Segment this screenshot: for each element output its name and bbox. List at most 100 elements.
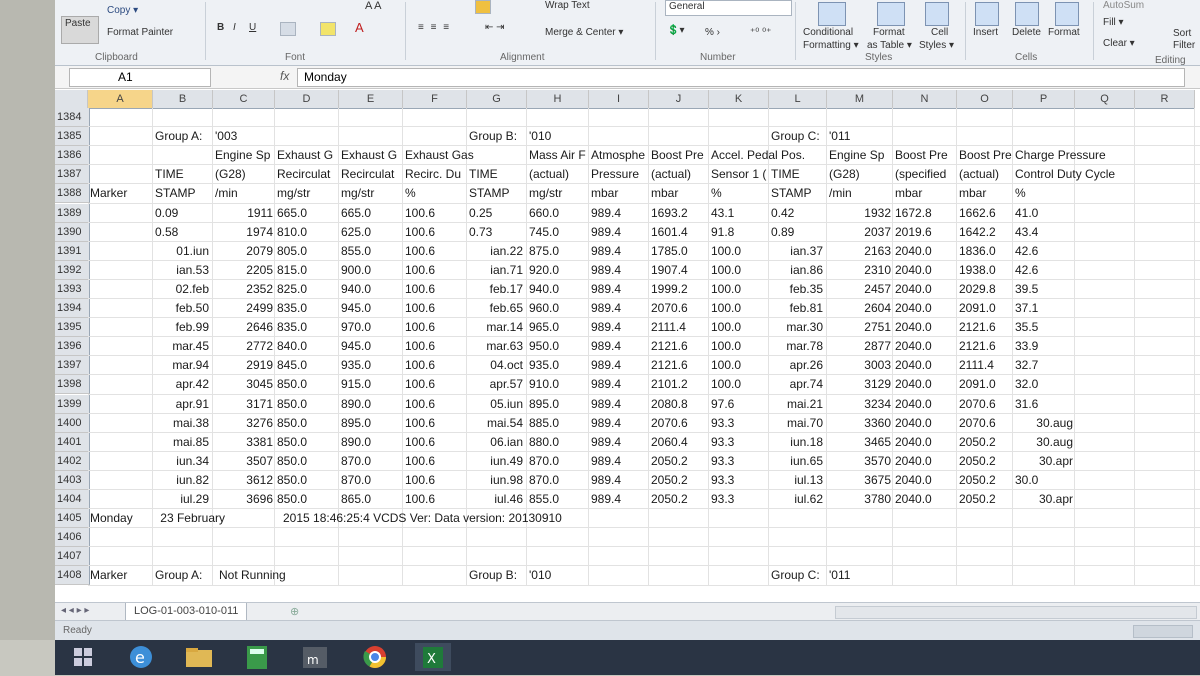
cell[interactable]: Sensor 1 ( xyxy=(711,165,766,184)
row-header[interactable]: 1395 xyxy=(55,318,90,338)
cell[interactable]: 965.0 xyxy=(529,318,559,337)
cell[interactable]: 989.4 xyxy=(591,471,621,490)
cell[interactable]: 989.4 xyxy=(591,261,621,280)
row-header[interactable]: 1385 xyxy=(55,127,90,147)
cell[interactable]: 100.0 xyxy=(711,318,741,337)
cell[interactable]: 989.4 xyxy=(591,452,621,471)
cell[interactable]: % xyxy=(405,184,416,203)
cell[interactable]: 940.0 xyxy=(529,280,559,299)
cell[interactable]: 100.0 xyxy=(711,280,741,299)
cell[interactable]: 2019.6 xyxy=(895,223,932,242)
cell[interactable]: mg/str xyxy=(529,184,562,203)
cell[interactable]: ian.53 xyxy=(149,261,209,280)
cell[interactable]: 100.6 xyxy=(405,471,435,490)
cell[interactable]: mg/str xyxy=(341,184,374,203)
cell[interactable]: Exhaust G xyxy=(341,146,397,165)
cell[interactable]: 30.apr xyxy=(1013,490,1073,509)
cell[interactable]: 665.0 xyxy=(277,204,307,223)
cell[interactable]: Charge Pressure xyxy=(1015,146,1106,165)
cell[interactable]: 855.0 xyxy=(341,242,371,261)
orientation-icon[interactable] xyxy=(475,0,491,14)
italic-button[interactable]: I xyxy=(233,22,236,33)
cell[interactable]: ian.22 xyxy=(463,242,523,261)
cell[interactable]: '003 xyxy=(215,127,237,146)
cell[interactable]: 850.0 xyxy=(277,395,307,414)
cell[interactable]: 945.0 xyxy=(341,337,371,356)
cell[interactable]: 100.6 xyxy=(405,337,435,356)
cell[interactable]: 30.apr xyxy=(1013,452,1073,471)
cell[interactable]: feb.81 xyxy=(763,299,823,318)
cell[interactable]: 989.4 xyxy=(591,395,621,414)
row-header[interactable]: 1386 xyxy=(55,146,90,166)
cell[interactable]: Marker xyxy=(90,566,127,585)
cell[interactable]: 100.6 xyxy=(405,261,435,280)
calculator-icon[interactable] xyxy=(239,643,275,671)
cell[interactable]: 02.feb xyxy=(149,280,209,299)
cell[interactable]: 850.0 xyxy=(277,471,307,490)
cell[interactable]: 1693.2 xyxy=(651,204,688,223)
format-cells-icon[interactable] xyxy=(1055,2,1079,26)
cell[interactable]: 100.0 xyxy=(711,375,741,394)
cell[interactable]: 2121.6 xyxy=(959,337,996,356)
view-buttons[interactable] xyxy=(1133,625,1193,638)
cell[interactable]: 3234 xyxy=(835,395,891,414)
cell[interactable]: 2111.4 xyxy=(651,318,686,337)
cell[interactable]: Control Duty Cycle xyxy=(1015,165,1115,184)
cell[interactable]: 660.0 xyxy=(529,204,559,223)
spreadsheet-grid[interactable]: A B C D E F G H I J K L M N O P Q R 1384 1385 1386 1387 1388 13… xyxy=(55,90,1200,602)
cell[interactable]: Recirc. Du xyxy=(405,165,461,184)
cell[interactable]: 835.0 xyxy=(277,318,307,337)
excel-taskbar-icon[interactable]: X xyxy=(415,643,451,671)
name-box[interactable]: A1 xyxy=(69,68,211,87)
cell[interactable]: feb.65 xyxy=(463,299,523,318)
cell[interactable]: apr.26 xyxy=(763,356,823,375)
cell[interactable]: 815.0 xyxy=(277,261,307,280)
formula-input[interactable]: Monday xyxy=(297,68,1185,87)
cell[interactable]: 850.0 xyxy=(277,433,307,452)
cell[interactable]: 989.4 xyxy=(591,433,621,452)
cell[interactable]: 2015 18:46:25:4 VCDS Ver: Data version: … xyxy=(283,509,562,528)
cell[interactable]: 875.0 xyxy=(529,242,559,261)
cell[interactable]: 2604 xyxy=(835,299,891,318)
cell[interactable]: 2050.2 xyxy=(651,471,688,490)
cell[interactable]: 2050.2 xyxy=(651,490,688,509)
cell[interactable]: apr.57 xyxy=(463,375,523,394)
column-header-h[interactable]: H xyxy=(527,90,589,109)
cell[interactable]: 37.1 xyxy=(1015,299,1038,318)
cell[interactable]: 1672.8 xyxy=(895,204,932,223)
cell[interactable]: 30.0 xyxy=(1015,471,1038,490)
row-header[interactable]: 1402 xyxy=(55,451,90,471)
font-size-icons[interactable]: A A xyxy=(365,0,382,12)
cell[interactable]: apr.42 xyxy=(149,375,209,394)
internet-explorer-icon[interactable]: e xyxy=(123,643,159,671)
cell[interactable]: 01.iun xyxy=(149,242,209,261)
cell[interactable]: 93.3 xyxy=(711,433,734,452)
cell[interactable]: 880.0 xyxy=(529,433,559,452)
cell[interactable]: (actual) xyxy=(959,165,999,184)
cell[interactable]: 93.3 xyxy=(711,490,734,509)
row-header[interactable]: 1384 xyxy=(55,108,90,128)
cell[interactable]: 2121.6 xyxy=(651,337,688,356)
cell[interactable]: 100.6 xyxy=(405,375,435,394)
cell[interactable]: 810.0 xyxy=(277,223,307,242)
column-header-d[interactable]: D xyxy=(275,90,339,109)
cell[interactable]: mbar xyxy=(895,184,922,203)
cell[interactable]: 665.0 xyxy=(341,204,371,223)
cell[interactable]: 30.aug xyxy=(1013,414,1073,433)
cell[interactable]: 3171 xyxy=(217,395,273,414)
cell[interactable]: 1836.0 xyxy=(959,242,996,261)
row-header[interactable]: 1391 xyxy=(55,241,90,261)
cell[interactable]: Marker xyxy=(90,184,127,203)
currency-icon[interactable]: 💲▾ xyxy=(667,25,684,36)
cell[interactable]: Group B: xyxy=(469,127,517,146)
cell[interactable]: 100.6 xyxy=(405,414,435,433)
cell[interactable]: 2040.0 xyxy=(895,318,932,337)
chrome-icon[interactable] xyxy=(357,643,393,671)
cell[interactable]: 2040.0 xyxy=(895,242,932,261)
cell[interactable]: 0.42 xyxy=(771,204,794,223)
cell[interactable]: 0.58 xyxy=(155,223,178,242)
cell[interactable]: 30.aug xyxy=(1013,433,1073,452)
cell[interactable]: 2040.0 xyxy=(895,261,932,280)
cell[interactable]: feb.99 xyxy=(149,318,209,337)
cell[interactable]: Mass Air F xyxy=(529,146,586,165)
